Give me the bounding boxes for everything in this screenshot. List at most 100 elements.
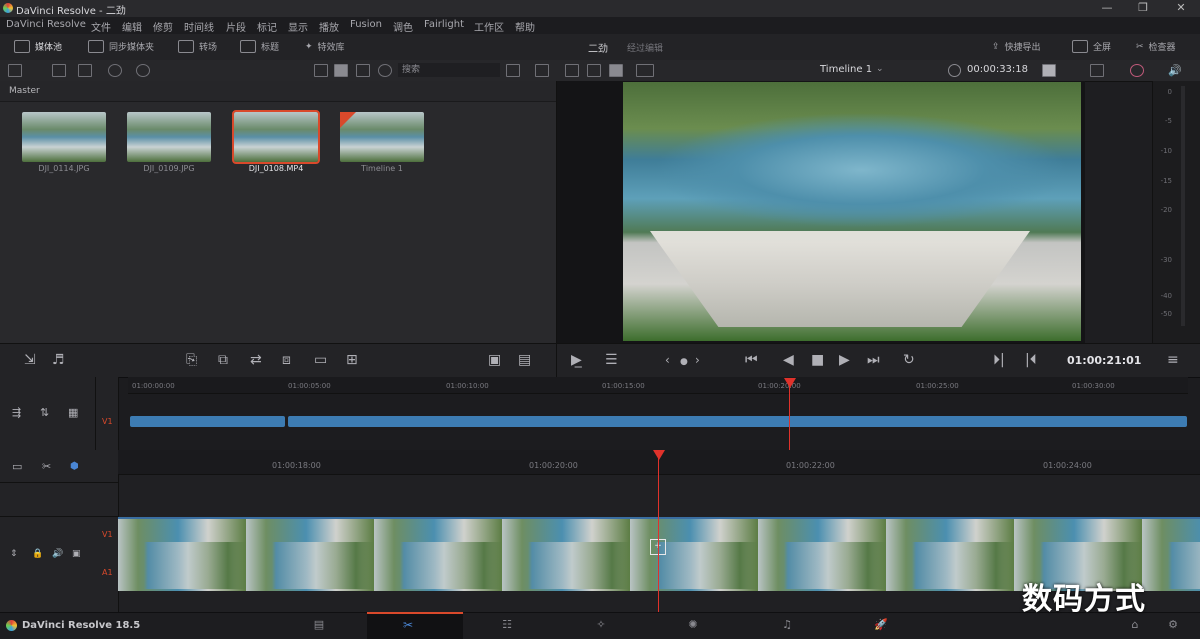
thumbnail-view-icon[interactable] xyxy=(334,64,348,77)
monitor-icon[interactable]: ▣ xyxy=(72,546,81,562)
fairlight-page-icon[interactable]: ♫ xyxy=(780,619,794,631)
append-icon[interactable]: ▭ xyxy=(314,352,327,368)
fullscreen-button[interactable]: 全屏 xyxy=(1072,40,1111,53)
ripple-icon[interactable]: ⊞ xyxy=(346,352,358,368)
insert-clip-icon[interactable]: ⎘ xyxy=(186,352,197,368)
menu-clip[interactable]: 片段 xyxy=(226,19,246,34)
panel-toggle-icon[interactable] xyxy=(8,64,22,77)
in-point-icon[interactable]: ⇲ xyxy=(24,352,36,368)
close-up-icon[interactable]: ▣ xyxy=(488,352,501,368)
blade-icon[interactable]: ✂ xyxy=(42,459,51,475)
search-icon[interactable] xyxy=(378,64,392,77)
next-marker-icon[interactable]: › xyxy=(695,352,700,368)
sort-icon[interactable] xyxy=(506,64,520,77)
metadata-view-icon[interactable] xyxy=(356,64,370,77)
timeline-clip-bar[interactable] xyxy=(288,416,1187,427)
prev-marker-icon[interactable]: ‹ xyxy=(665,352,670,368)
menu-edit[interactable]: 编辑 xyxy=(122,19,142,34)
audio-in-icon[interactable]: ♬ xyxy=(52,352,65,368)
minimize-icon[interactable]: — xyxy=(1092,0,1122,17)
lower-playhead[interactable] xyxy=(658,458,659,612)
bin-name[interactable]: Master xyxy=(9,86,40,96)
menu-fusion[interactable]: Fusion xyxy=(350,19,382,30)
home-icon[interactable]: ⌂ xyxy=(1128,619,1142,631)
menu-playback[interactable]: 播放 xyxy=(319,19,339,34)
timeline-name[interactable]: Timeline 1 xyxy=(820,64,872,75)
color-wheel-icon[interactable] xyxy=(1130,64,1144,77)
transitions-button[interactable]: 转场 xyxy=(178,40,217,53)
track-label-v1[interactable]: V1 xyxy=(102,530,113,539)
speaker-icon[interactable]: 🔊 xyxy=(52,546,63,562)
clip-thumbnail[interactable] xyxy=(127,112,211,162)
menu-workspace[interactable]: 工作区 xyxy=(474,19,504,34)
smart-bin-icon[interactable] xyxy=(78,64,92,77)
track-label-a1[interactable]: A1 xyxy=(102,568,113,577)
zoom-icon[interactable] xyxy=(1090,64,1104,77)
search-input[interactable]: 搜索 xyxy=(398,63,500,77)
fusion-page-icon[interactable]: ✧ xyxy=(594,619,608,631)
inspector-button[interactable]: ✂ 检查器 xyxy=(1136,40,1176,54)
playback-mode-icon[interactable]: ▶̲ xyxy=(571,352,582,368)
playhead-handle-icon[interactable] xyxy=(653,450,665,460)
viewer-size-icon[interactable] xyxy=(636,64,654,77)
chevron-down-icon[interactable]: ⌄ xyxy=(876,64,884,74)
options-menu-icon[interactable]: ≡ xyxy=(1167,352,1179,368)
next-edit-icon[interactable]: ⏵| xyxy=(993,352,1005,368)
replace-clip-icon[interactable]: ⇄ xyxy=(250,352,262,368)
flag-icon[interactable]: ⬢ xyxy=(70,459,79,475)
upper-playhead[interactable] xyxy=(789,380,790,450)
new-bin-icon[interactable] xyxy=(52,64,66,77)
menu-file[interactable]: 文件 xyxy=(91,19,111,34)
loop-icon[interactable]: ↻ xyxy=(903,352,915,368)
clip-thumbnail-selected[interactable] xyxy=(232,110,320,164)
deliver-page-icon[interactable]: 🚀 xyxy=(874,619,888,631)
effects-button[interactable]: ✦ 特效库 xyxy=(305,40,345,54)
menu-mark[interactable]: 标记 xyxy=(257,19,277,34)
source-overwrite-icon[interactable]: ▤ xyxy=(518,352,531,368)
settings-gear-icon[interactable]: ⚙ xyxy=(1166,619,1180,631)
play-icon[interactable]: ▶ xyxy=(839,352,850,368)
settings-sliders-icon[interactable]: ☰ xyxy=(605,352,618,368)
menu-trim[interactable]: 修剪 xyxy=(153,19,173,34)
list-view-icon[interactable] xyxy=(314,64,328,77)
media-pool-button[interactable]: 媒体池 xyxy=(14,40,62,53)
overwrite-clip-icon[interactable]: ⧉ xyxy=(218,352,228,368)
source-view-icon[interactable] xyxy=(587,64,601,77)
timeline-view-options-icon[interactable]: ▭ xyxy=(12,459,22,475)
go-to-start-icon[interactable]: ⏮ xyxy=(745,352,758,368)
refresh-icon[interactable] xyxy=(108,64,122,77)
track-label-v1[interactable]: V1 xyxy=(102,417,113,426)
close-icon[interactable]: ✕ xyxy=(1166,0,1196,17)
menu-view[interactable]: 显示 xyxy=(288,19,308,34)
maximize-icon[interactable]: ❐ xyxy=(1128,0,1158,17)
go-to-end-icon[interactable]: ⏭ xyxy=(867,352,880,368)
menu-davinci[interactable]: DaVinci Resolve xyxy=(6,19,86,30)
color-swatch-icon[interactable] xyxy=(1042,64,1056,77)
play-reverse-icon[interactable]: ◀ xyxy=(783,352,794,368)
titles-button[interactable]: 标题 xyxy=(240,40,279,53)
volume-icon[interactable]: 🔊 xyxy=(1168,64,1182,77)
sync-bin-button[interactable]: 同步媒体夹 xyxy=(88,40,154,53)
track-view-icon[interactable]: ▦ xyxy=(68,405,78,421)
quick-export-button[interactable]: ⇪ 快捷导出 xyxy=(992,40,1041,54)
history-icon[interactable] xyxy=(535,64,549,77)
current-timecode[interactable]: 01:00:21:01 xyxy=(1067,354,1141,367)
playhead-handle-icon[interactable] xyxy=(784,378,796,388)
lock-icon[interactable]: 🔒 xyxy=(32,546,43,562)
menu-fairlight[interactable]: Fairlight xyxy=(424,19,464,30)
upper-ruler[interactable] xyxy=(128,377,1188,394)
menu-timeline[interactable]: 时间线 xyxy=(184,19,214,34)
track-height-icon[interactable]: ⇅ xyxy=(40,405,49,421)
marker-dot-icon[interactable]: ● xyxy=(680,354,688,370)
timeline-view-icon[interactable] xyxy=(609,64,623,77)
prev-edit-icon[interactable]: |⏴ xyxy=(1025,352,1037,368)
menu-color[interactable]: 调色 xyxy=(393,19,413,34)
menu-help[interactable]: 帮助 xyxy=(515,19,535,34)
cut-page-tab-active[interactable]: ✂ xyxy=(367,612,463,639)
edit-page-icon[interactable]: ☷ xyxy=(500,619,514,631)
track-move-icon[interactable]: ⇕ xyxy=(10,546,18,562)
link-icon[interactable] xyxy=(136,64,150,77)
color-page-icon[interactable]: ✺ xyxy=(686,619,700,631)
place-on-top-icon[interactable]: ⧈ xyxy=(282,352,291,368)
clip-thumbnail[interactable] xyxy=(22,112,106,162)
